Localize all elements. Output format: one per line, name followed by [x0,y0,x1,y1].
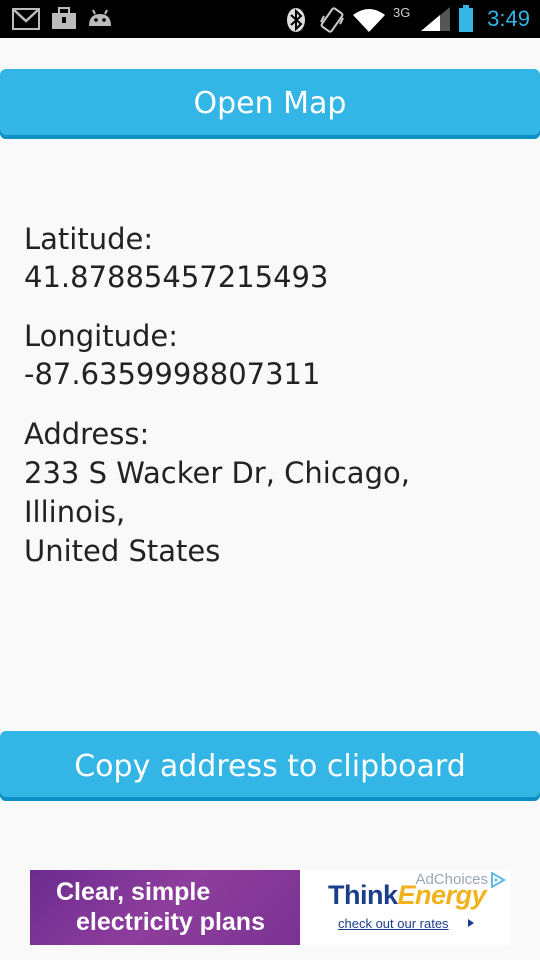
battery-icon [459,5,473,32]
address-line: 233 S Wacker Dr, Chicago, [24,456,410,490]
bluetooth-icon [287,8,305,32]
network-type-label: 3G [393,5,411,20]
open-map-button[interactable]: Open Map [0,69,540,139]
wifi-icon [353,9,385,32]
copy-address-button[interactable]: Copy address to clipboard [0,731,540,801]
clock-time: 3:49 [487,6,530,31]
play-arrow-icon [468,919,474,927]
longitude-value: -87.6359998807311 [24,357,321,391]
ad-left-panel[interactable]: Clear, simple electricity plans [30,870,300,945]
ad-brand-logo: ThinkEnergy [328,880,487,911]
address-label: Address: [24,417,150,451]
ad-banner[interactable]: Clear, simple electricity plans AdChoice… [30,870,510,945]
adchoices-icon[interactable] [490,872,506,888]
vibrate-icon [320,7,344,33]
ad-brand-think: Think [328,880,398,910]
ad-brand-energy: Energy [397,880,487,910]
status-bar: 3G 3:49 [0,0,540,38]
ad-headline-line2: electricity plans [76,908,265,936]
android-icon [89,9,111,26]
ad-cta-link[interactable]: check out our rates [338,916,449,931]
gmail-icon [12,8,40,30]
latitude-value: 41.87885457215493 [24,260,329,294]
longitude-label: Longitude: [24,319,179,353]
address-line: United States [24,534,221,568]
ad-right-panel[interactable]: AdChoices ThinkEnergy check out our rate… [300,870,510,945]
signal-icon [421,7,450,31]
ad-headline-line1: Clear, simple [56,878,211,906]
latitude-label: Latitude: [24,222,154,256]
address-line: Illinois, [24,495,126,529]
briefcase-icon [52,7,76,29]
